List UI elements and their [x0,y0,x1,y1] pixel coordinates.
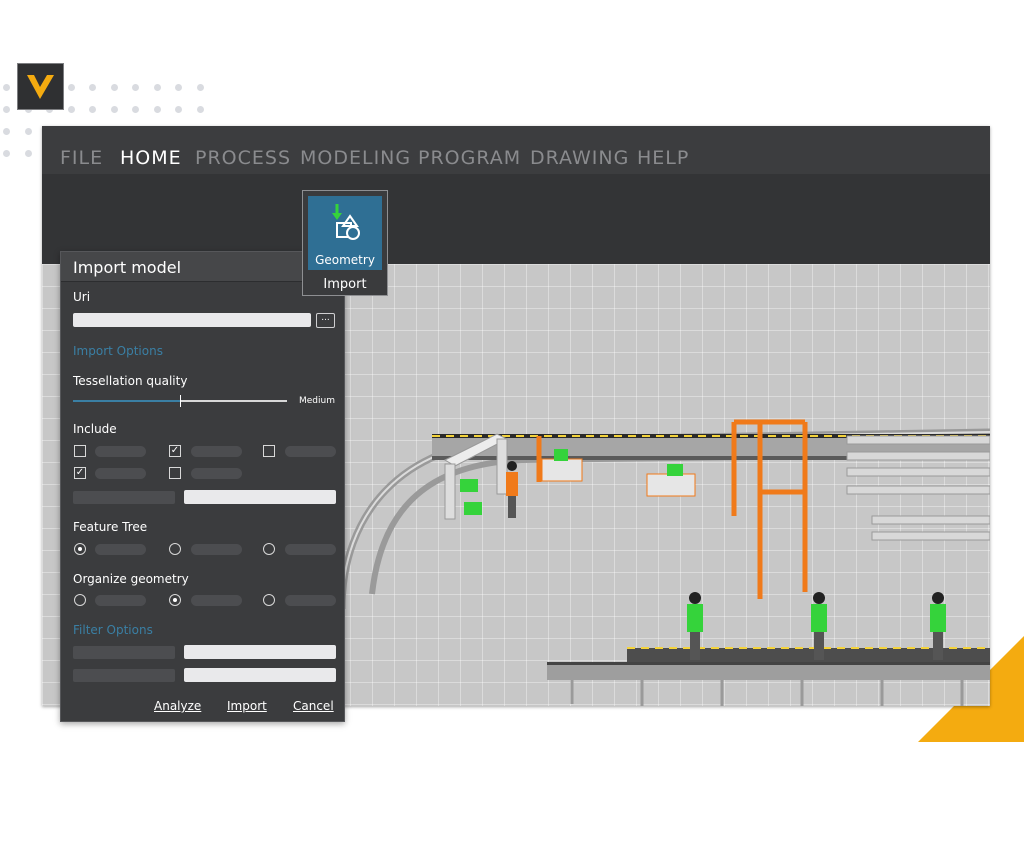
organize-geometry-label: Organize geometry [73,572,189,586]
include-field-label [73,491,175,504]
decorative-dot [3,150,10,157]
include-checkbox-5[interactable] [169,467,181,479]
import-label: Import [323,277,367,292]
lower-conveyor [547,647,990,680]
browse-button[interactable]: ... [316,313,335,328]
include-option-1 [95,446,146,457]
geometry-import-button[interactable]: Geometry Import [302,190,388,296]
decorative-dot [132,106,139,113]
filter-label-2 [73,669,175,682]
analyze-button[interactable]: Analyze [154,699,201,713]
import-button[interactable]: Import [227,699,267,713]
decorative-dot [153,84,161,91]
dialog-title: Import model [73,258,182,277]
include-option-4 [95,468,146,479]
organize-geometry-option-2 [191,595,242,606]
decorative-dot [67,84,75,91]
decorative-dot [3,128,10,135]
menu-drawing[interactable]: DRAWING [530,147,629,169]
cancel-button[interactable]: Cancel [293,699,334,713]
include-field-input[interactable] [184,490,336,504]
decorative-dot [89,106,96,113]
menu-help[interactable]: HELP [637,147,689,169]
decorative-dot [89,84,96,91]
feature-tree-option-2 [191,544,242,555]
menu-modeling[interactable]: MODELING [300,147,411,169]
tessellation-label: Tessellation quality [73,374,188,388]
decorative-dot [175,106,182,113]
decorative-dot [24,128,32,135]
geometry-tile: Geometry [308,196,382,270]
menu-program[interactable]: PROGRAM [418,147,521,169]
organize-geometry-option-1 [95,595,146,606]
feature-tree-option-1 [95,544,146,555]
import-model-dialog: Import model Uri ... Import Options Tess… [60,251,345,722]
menu-process[interactable]: PROCESS [195,147,291,169]
decorative-dot [24,150,32,157]
worker-4 [506,461,518,518]
decorative-dot [132,84,139,91]
conveyor-legs [570,680,964,706]
decorative-dot [196,84,204,91]
include-checkbox-4[interactable]: ✓ [74,467,86,479]
decorative-dot [110,106,118,113]
decorative-dot [175,84,182,91]
slider-thumb[interactable] [180,395,181,407]
include-checkbox-2[interactable]: ✓ [169,445,181,457]
organize-geometry-radio-2[interactable] [169,594,181,606]
uri-label: Uri [73,290,91,304]
import-geometry-icon [332,204,360,240]
feature-tree-option-3 [285,544,336,555]
slider-fill [73,400,180,402]
mobile-robot-2 [646,464,696,497]
feature-tree-radio-3[interactable] [263,543,275,555]
app-logo-button[interactable] [17,63,64,110]
menu-home[interactable]: HOME [120,147,182,169]
filter-options-heading: Filter Options [73,623,153,637]
include-checkbox-1[interactable] [74,445,86,457]
feature-tree-label: Feature Tree [73,520,148,534]
import-options-heading: Import Options [73,344,163,358]
include-option-3 [285,446,336,457]
visual-components-logo-icon [27,75,54,99]
menu-file[interactable]: FILE [60,147,103,169]
shelving-right [846,435,990,541]
filter-input-2[interactable] [184,668,336,682]
tessellation-value: Medium [299,396,335,406]
feature-tree-radio-1[interactable] [74,543,86,555]
geometry-label: Geometry [315,253,375,267]
filter-label-1 [73,646,175,659]
organize-geometry-radio-1[interactable] [74,594,86,606]
menu-bar: FILE HOME PROCESS MODELING PROGRAM DRAWI… [42,126,990,174]
decorative-dot [3,106,10,113]
include-option-5 [191,468,242,479]
decorative-dot [110,84,118,91]
organize-geometry-radio-3[interactable] [263,594,275,606]
include-label: Include [73,422,117,436]
uri-input[interactable] [73,313,311,327]
filter-input-1[interactable] [184,645,336,659]
tessellation-slider[interactable] [73,395,287,407]
include-option-2 [191,446,242,457]
decorative-dot [153,106,161,113]
decorative-dot [196,106,204,113]
decorative-dot [3,84,10,91]
decorative-dot [67,106,75,113]
include-checkbox-3[interactable] [263,445,275,457]
organize-geometry-option-3 [285,595,336,606]
feature-tree-radio-2[interactable] [169,543,181,555]
